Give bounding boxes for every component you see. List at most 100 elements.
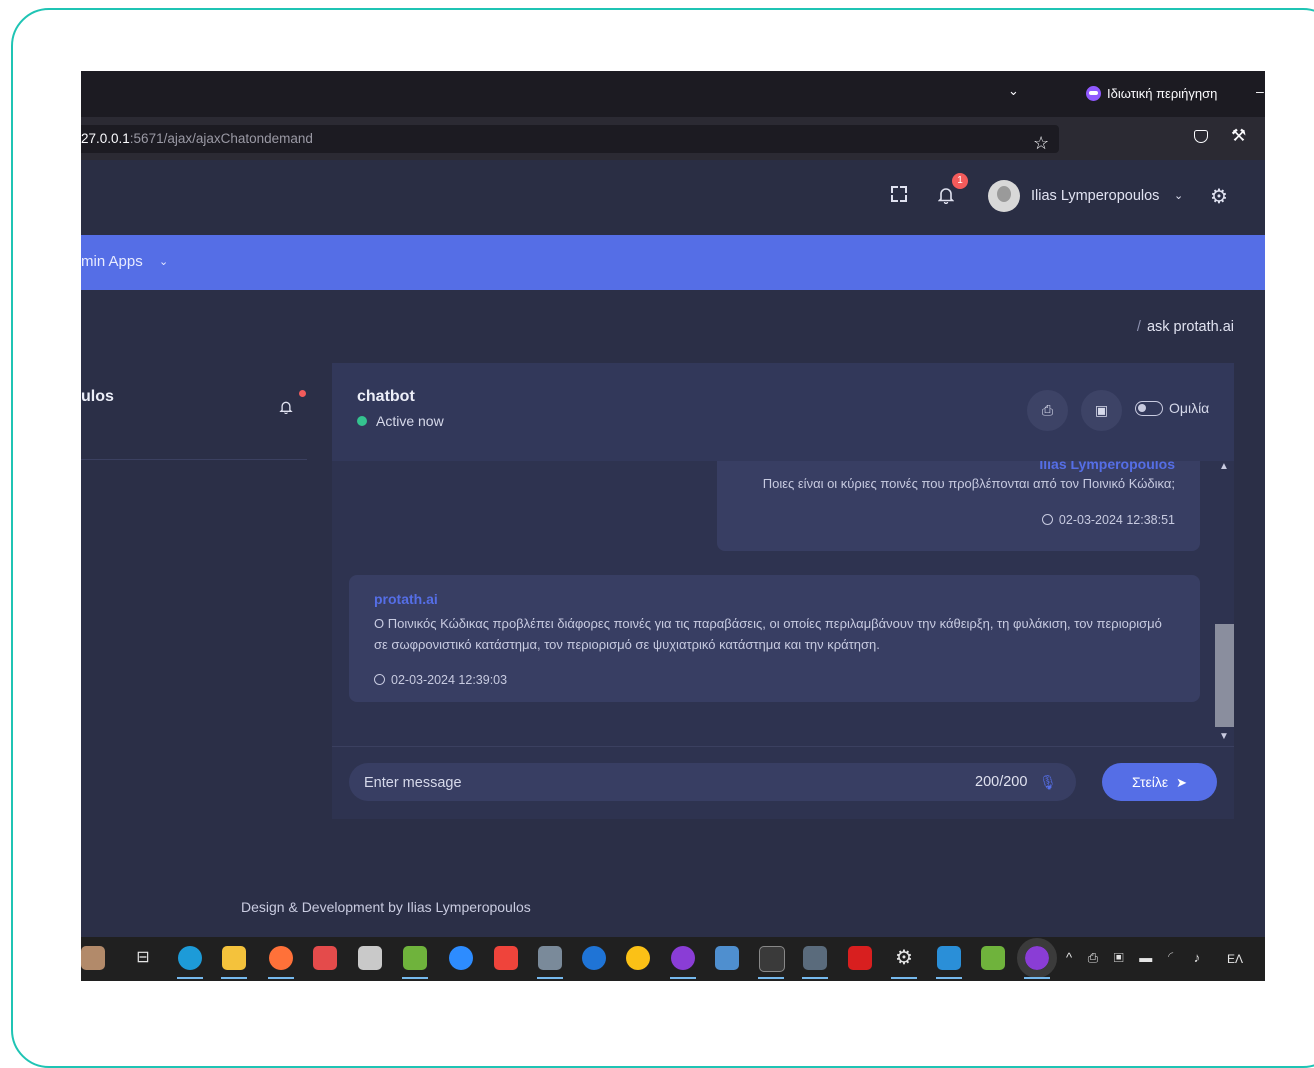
message-text: Ποιες είναι οι κύριες ποινές που προβλέπ… <box>762 476 1175 491</box>
divider <box>332 746 1234 747</box>
notification-badge: 1 <box>952 173 968 189</box>
system-tray-icons[interactable]: ^ ⎙ ▣ ▬ ◜ ♪ <box>1066 950 1206 966</box>
thunderbird-icon[interactable] <box>582 946 606 970</box>
message-time: 02-03-2024 12:38:51 <box>1041 513 1175 527</box>
desktop-thumbnail-icon[interactable] <box>81 946 105 970</box>
scroll-down-icon[interactable]: ▼ <box>1219 731 1229 742</box>
clock-icon <box>1041 514 1053 525</box>
contacts-panel <box>81 363 325 823</box>
taskbar-running-indicator <box>891 977 917 979</box>
sidebar-bell-icon[interactable] <box>279 400 293 414</box>
scroll-up-icon[interactable]: ▲ <box>1219 461 1229 472</box>
calculator-icon[interactable] <box>803 946 827 970</box>
taskbar-running-indicator <box>221 977 247 979</box>
message-scrollbar[interactable]: ▲ ▼ <box>1215 461 1234 746</box>
chat-panel: chatbot Active now ⎙ ▣ Ομιλία Ilias Lymp… <box>332 363 1234 819</box>
edge-icon[interactable] <box>178 946 202 970</box>
message-bot: protath.ai Ο Ποινικός Κώδικας προβλέπει … <box>349 575 1200 702</box>
bookmark-star-icon[interactable]: ☆ <box>1033 129 1049 157</box>
file-explorer-icon[interactable] <box>222 946 246 970</box>
zoom-icon[interactable] <box>449 946 473 970</box>
url-path: :5671/ajax/ajaxChatondemand <box>129 131 313 146</box>
microphone-icon[interactable]: 🎙 <box>1039 774 1057 791</box>
tex-icon[interactable] <box>358 946 382 970</box>
task-view-icon[interactable]: ⊟ <box>131 946 155 970</box>
taskbar-running-indicator <box>802 977 828 979</box>
image-editor-icon[interactable] <box>981 946 1005 970</box>
send-button-label: Στείλε <box>1131 774 1169 790</box>
taskbar-running-indicator <box>537 977 563 979</box>
send-arrow-icon: ➤ <box>1176 775 1187 790</box>
app-header: 1 Ilias Lymperopoulos ⌄ ⚙ <box>81 160 1265 235</box>
firefox-private-active-icon[interactable] <box>1017 938 1057 978</box>
archive-icon[interactable] <box>538 946 562 970</box>
windows-taskbar: ⊟ ⚙ ^ ⎙ ▣ ▬ ◜ ♪ ΕΛ <box>81 937 1265 981</box>
wrench-icon[interactable]: ⚒ <box>1231 126 1246 146</box>
char-counter: 200/200 <box>975 774 1028 790</box>
anydesk-icon[interactable] <box>494 946 518 970</box>
chat-status: Active now <box>357 413 444 429</box>
clock-icon <box>374 674 385 685</box>
send-button[interactable]: Στείλε ➤ <box>1102 763 1217 801</box>
terminal-icon[interactable] <box>759 946 785 972</box>
firefox-icon[interactable] <box>269 946 293 970</box>
footer-credit: Design & Development by Ilias Lymperopou… <box>241 899 531 915</box>
firefox-private-icon[interactable] <box>671 946 695 970</box>
sidebar-user-name: ulos <box>81 388 114 405</box>
avatar[interactable] <box>988 180 1020 212</box>
browser-address-bar: 27.0.0.1:5671/ajax/ajaxChatondemand ☆ ⚒ <box>81 117 1265 160</box>
breadcrumb: / ask protath.ai <box>1137 319 1234 335</box>
message-input-wrapper: 200/200 🎙 <box>349 763 1076 803</box>
online-dot-icon <box>357 416 367 426</box>
sidebar-notification-dot <box>299 390 306 397</box>
chrome-icon[interactable] <box>626 946 650 970</box>
notes-icon[interactable] <box>715 946 739 970</box>
minimize-window-button[interactable]: – <box>1256 83 1264 99</box>
fullscreen-icon[interactable] <box>891 186 907 202</box>
chat-status-label: Active now <box>376 413 444 429</box>
message-user: Ilias Lymperopoulos Ποιες είναι οι κύριε… <box>717 461 1200 551</box>
user-menu-chevron-icon[interactable]: ⌄ <box>1174 189 1183 202</box>
taskbar-running-indicator <box>177 977 203 979</box>
taskbar-running-indicator <box>758 977 784 979</box>
speech-toggle[interactable] <box>1135 401 1163 416</box>
url-host: 27.0.0.1 <box>81 131 130 146</box>
tab-list-chevron-icon[interactable]: ⌄ <box>1008 83 1019 99</box>
message-timestamp: 02-03-2024 12:38:51 <box>1058 513 1175 527</box>
browser-tab-bar: ⌄ Ιδιωτική περιήγηση – <box>81 71 1265 117</box>
nav-item-admin-apps[interactable]: min Apps <box>81 253 143 270</box>
paint-icon[interactable] <box>313 946 337 970</box>
gear-icon[interactable]: ⚙ <box>1210 184 1228 209</box>
screenshot-viewport: ⌄ Ιδιωτική περιήγηση – 27.0.0.1:5671/aja… <box>81 71 1265 981</box>
notification-bell-icon[interactable] <box>938 186 954 204</box>
message-input[interactable] <box>362 763 926 803</box>
notepad-icon[interactable] <box>403 946 427 970</box>
divider <box>81 459 307 460</box>
private-mask-icon <box>1086 86 1101 101</box>
url-field[interactable]: 27.0.0.1:5671/ajax/ajaxChatondemand ☆ <box>81 125 1059 153</box>
message-time: 02-03-2024 12:39:03 <box>374 673 507 687</box>
chat-header: chatbot Active now ⎙ ▣ Ομιλία <box>332 363 1234 461</box>
taskbar-running-indicator <box>402 977 428 979</box>
taskbar-running-indicator <box>936 977 962 979</box>
outlook-icon[interactable] <box>937 946 961 970</box>
message-list: Ilias Lymperopoulos Ποιες είναι οι κύριε… <box>332 461 1234 746</box>
private-browsing-label: Ιδιωτική περιήγηση <box>1107 86 1218 101</box>
print-button[interactable]: ⎙ <box>1027 390 1068 431</box>
message-sender: protath.ai <box>374 591 438 607</box>
scrollbar-thumb[interactable] <box>1215 624 1234 727</box>
acrobat-icon[interactable] <box>848 946 872 970</box>
breadcrumb-separator: / <box>1136 319 1141 335</box>
top-navigation: min Apps ⌄ <box>81 235 1265 290</box>
user-name[interactable]: Ilias Lymperopoulos <box>1031 188 1159 204</box>
taskbar-running-indicator <box>670 977 696 979</box>
taskbar-running-indicator <box>268 977 294 979</box>
message-text: Ο Ποινικός Κώδικας προβλέπει διάφορες πο… <box>374 616 1162 652</box>
save-button[interactable]: ▣ <box>1081 390 1122 431</box>
language-indicator[interactable]: ΕΛ <box>1227 952 1243 966</box>
message-sender: Ilias Lymperopoulos <box>1039 461 1175 472</box>
chevron-down-icon[interactable]: ⌄ <box>159 255 168 268</box>
private-browsing-indicator: Ιδιωτική περιήγηση <box>1086 86 1217 101</box>
pocket-icon[interactable] <box>1194 130 1208 143</box>
settings-icon[interactable]: ⚙ <box>892 946 916 970</box>
